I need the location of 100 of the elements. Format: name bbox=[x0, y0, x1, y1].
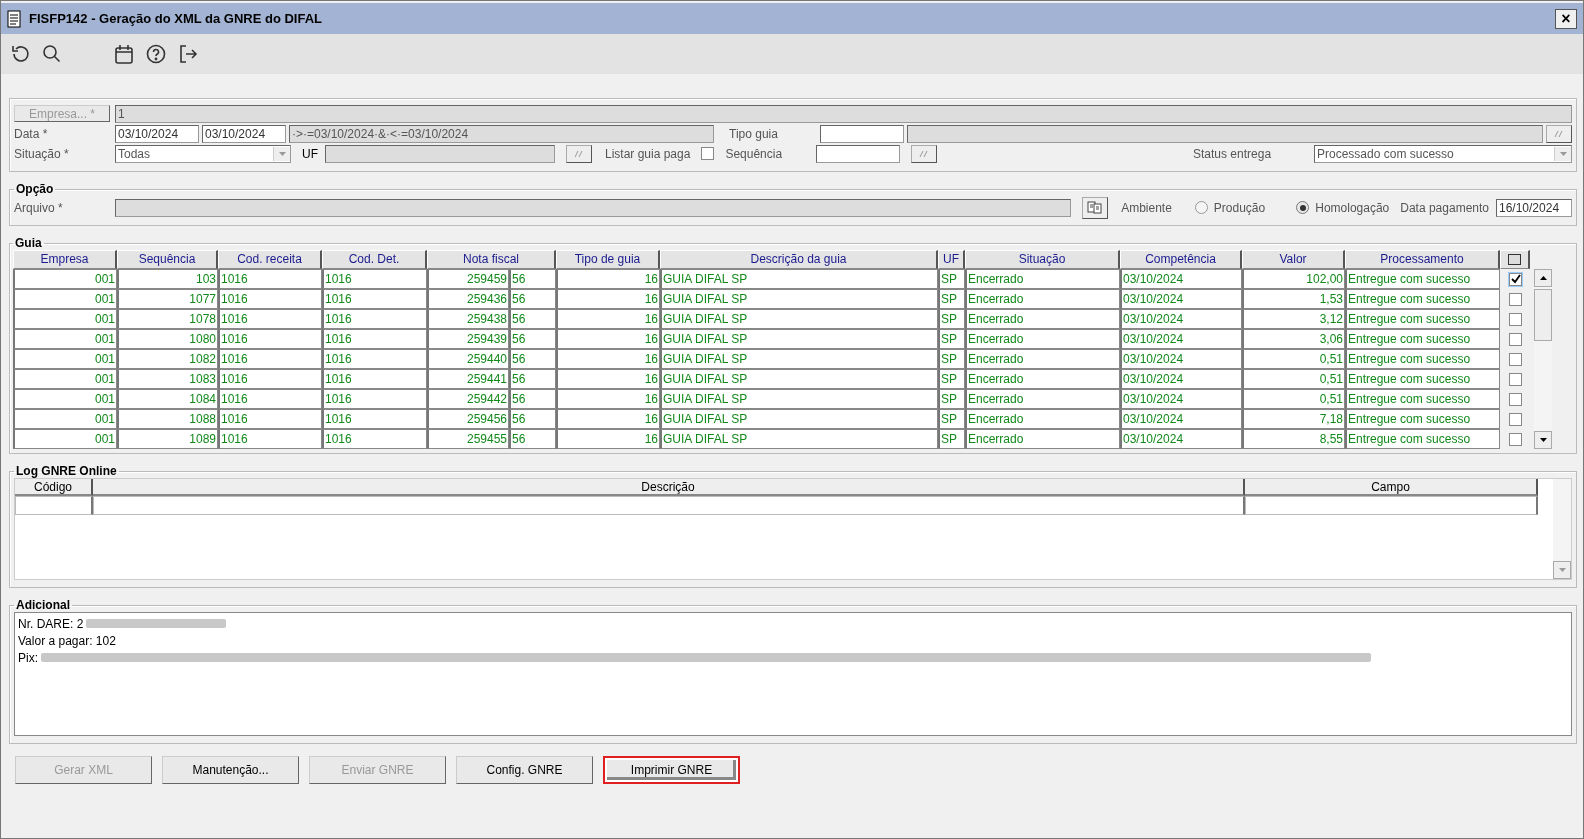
action-button[interactable]: Imprimir GNRE bbox=[603, 756, 740, 784]
table-cell: 001 bbox=[13, 349, 117, 369]
table-cell: 1082 bbox=[117, 349, 218, 369]
row-checkbox[interactable] bbox=[1508, 432, 1522, 446]
table-cell: 1080 bbox=[117, 329, 218, 349]
table-cell: Encerrado bbox=[965, 329, 1120, 349]
table-cell: SP bbox=[938, 369, 965, 389]
table-cell: 103 bbox=[117, 269, 218, 289]
column-header[interactable]: Tipo de guia bbox=[556, 250, 660, 269]
browse-button[interactable] bbox=[1082, 196, 1109, 219]
table-cell: 03/10/2024 bbox=[1120, 309, 1242, 329]
tipo-guia-field[interactable] bbox=[820, 124, 904, 143]
column-header[interactable]: Cod. Det. bbox=[322, 250, 427, 269]
table-cell: Entregue com sucesso bbox=[1345, 269, 1500, 289]
column-header[interactable]: UF bbox=[938, 250, 965, 269]
select-all-header[interactable] bbox=[1500, 250, 1530, 269]
lookup-icon bbox=[1554, 129, 1564, 138]
close-button[interactable]: × bbox=[1555, 8, 1577, 29]
data-pagamento-field[interactable]: 16/10/2024 bbox=[1496, 198, 1572, 217]
column-header[interactable]: Empresa bbox=[13, 250, 117, 269]
column-header[interactable]: Nota fiscal bbox=[427, 250, 556, 269]
undo-icon[interactable] bbox=[9, 43, 31, 65]
action-button[interactable]: Config. GNRE bbox=[456, 756, 593, 784]
table-cell: 1016 bbox=[322, 329, 427, 349]
row-checkbox[interactable] bbox=[1508, 352, 1522, 366]
column-header[interactable]: Campo bbox=[1245, 479, 1538, 496]
radio-button[interactable] bbox=[1296, 201, 1310, 214]
column-header[interactable]: Valor bbox=[1242, 250, 1345, 269]
table-cell: Encerrado bbox=[965, 389, 1120, 409]
square-icon bbox=[1508, 254, 1521, 265]
table-cell: 56 bbox=[509, 289, 556, 309]
table-cell: 1016 bbox=[322, 269, 427, 289]
table-cell: 1084 bbox=[117, 389, 218, 409]
exit-icon[interactable] bbox=[177, 43, 199, 65]
arquivo-field[interactable] bbox=[115, 198, 1072, 217]
status-entrega-dropdown[interactable]: Processado com sucesso bbox=[1314, 144, 1572, 163]
table-cell: 03/10/2024 bbox=[1120, 349, 1242, 369]
table-cell: 259442 bbox=[427, 389, 509, 409]
table-cell: GUIA DIFAL SP bbox=[660, 429, 938, 449]
row-checkbox[interactable] bbox=[1508, 332, 1522, 346]
table-cell: 03/10/2024 bbox=[1120, 389, 1242, 409]
row-checkbox[interactable] bbox=[1508, 372, 1522, 386]
radio-button[interactable] bbox=[1194, 201, 1208, 214]
table-cell: 001 bbox=[13, 309, 117, 329]
action-button[interactable]: Manutenção... bbox=[162, 756, 299, 784]
row-checkbox[interactable] bbox=[1508, 272, 1522, 286]
table-cell: 16 bbox=[556, 429, 660, 449]
table-cell: 001 bbox=[13, 409, 117, 429]
row-checkbox[interactable] bbox=[1508, 292, 1522, 306]
scrollbar[interactable] bbox=[1534, 269, 1552, 449]
table-cell: 16 bbox=[556, 389, 660, 409]
column-header[interactable]: Situação bbox=[965, 250, 1120, 269]
calendar-icon[interactable] bbox=[113, 43, 135, 65]
table-cell: Entregue com sucesso bbox=[1345, 309, 1500, 329]
radio-label: Produção bbox=[1213, 200, 1266, 215]
column-header[interactable]: Sequência bbox=[117, 250, 218, 269]
column-header[interactable]: Código bbox=[15, 479, 93, 496]
situacao-dropdown[interactable]: Todas bbox=[115, 144, 291, 163]
listar-guia-paga-checkbox[interactable] bbox=[701, 147, 715, 160]
text-area[interactable]: Nr. DARE: 2 Valor a pagar: 102 Pix: bbox=[14, 612, 1572, 736]
uf-field[interactable] bbox=[325, 144, 555, 163]
table-cell: GUIA DIFAL SP bbox=[660, 389, 938, 409]
table-cell: 56 bbox=[509, 309, 556, 329]
table-cell: 0,51 bbox=[1242, 349, 1345, 369]
table-cell: 16 bbox=[556, 289, 660, 309]
row-checkbox[interactable] bbox=[1508, 392, 1522, 406]
table-cell: 16 bbox=[556, 309, 660, 329]
column-header[interactable]: Descrição da guia bbox=[660, 250, 938, 269]
table-cell: 1016 bbox=[218, 429, 322, 449]
help-icon[interactable] bbox=[145, 43, 167, 65]
table-cell: 1088 bbox=[117, 409, 218, 429]
search-icon[interactable] bbox=[41, 43, 63, 65]
sequencia-field[interactable] bbox=[816, 144, 901, 163]
row-checkbox[interactable] bbox=[1508, 412, 1522, 426]
lookup-button[interactable] bbox=[911, 144, 938, 163]
table-cell: 16 bbox=[556, 369, 660, 389]
data-pagamento-label: Data pagamento bbox=[1400, 200, 1489, 215]
tipo-guia-label: Tipo guia bbox=[729, 126, 779, 141]
group-title: Adicional bbox=[15, 598, 71, 612]
table-cell: 03/10/2024 bbox=[1120, 269, 1242, 289]
table-cell: Entregue com sucesso bbox=[1345, 289, 1500, 309]
table-cell: 1016 bbox=[218, 389, 322, 409]
date-from-field[interactable]: 03/10/2024 bbox=[115, 124, 199, 143]
lookup-button[interactable] bbox=[566, 144, 592, 163]
row-checkbox[interactable] bbox=[1508, 312, 1522, 326]
column-header[interactable]: Cod. receita bbox=[218, 250, 322, 269]
date-to-field[interactable]: 03/10/2024 bbox=[202, 124, 286, 143]
table-cell: SP bbox=[938, 349, 965, 369]
column-header[interactable]: Processamento bbox=[1345, 250, 1500, 269]
text-line: Pix: bbox=[18, 650, 38, 665]
table-cell: 1083 bbox=[117, 369, 218, 389]
table-cell: Entregue com sucesso bbox=[1345, 409, 1500, 429]
column-header[interactable]: Descrição bbox=[93, 479, 1245, 496]
column-header[interactable]: Competência bbox=[1120, 250, 1242, 269]
lookup-button[interactable] bbox=[1546, 124, 1572, 143]
up-arrow-icon bbox=[1539, 276, 1547, 280]
table-cell: Entregue com sucesso bbox=[1345, 369, 1500, 389]
table-cell: 0,51 bbox=[1242, 369, 1345, 389]
table-cell: 16 bbox=[556, 349, 660, 369]
table-cell: Encerrado bbox=[965, 409, 1120, 429]
